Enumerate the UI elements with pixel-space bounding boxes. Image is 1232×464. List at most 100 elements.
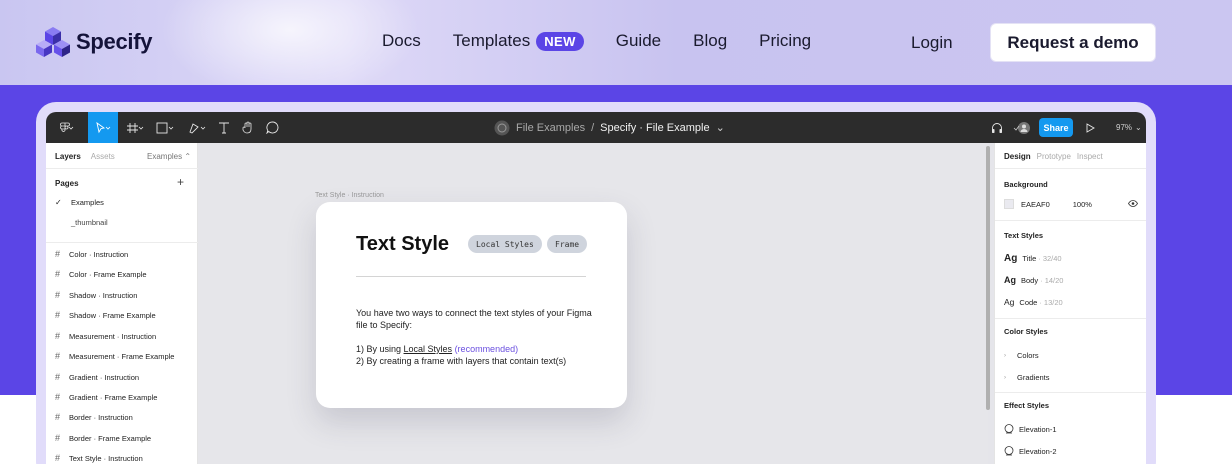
text-style-name: Title bbox=[1022, 254, 1037, 263]
figma-menu-icon[interactable] bbox=[52, 112, 82, 143]
shape-tool-icon[interactable] bbox=[152, 112, 178, 143]
ag-glyph: Ag bbox=[1004, 297, 1015, 307]
login-link[interactable]: Login bbox=[911, 33, 953, 53]
tab-prototype[interactable]: Prototype bbox=[1037, 152, 1071, 161]
figma-app: File Examples / Specify · File Example ⌄… bbox=[46, 112, 1146, 464]
headphones-icon[interactable] bbox=[988, 112, 1006, 143]
team-avatar-icon bbox=[494, 120, 510, 135]
present-play-icon[interactable] bbox=[1082, 112, 1098, 143]
layer-item[interactable]: # Color · Instruction bbox=[55, 249, 128, 259]
nav-pricing[interactable]: Pricing bbox=[759, 31, 811, 51]
background-swatch[interactable] bbox=[1004, 199, 1014, 209]
frame-hash-icon: # bbox=[55, 269, 61, 279]
canvas[interactable]: Text Style · Instruction Text Style Loca… bbox=[198, 143, 988, 464]
layer-item[interactable]: # Border · Frame Example bbox=[55, 433, 151, 443]
add-page-icon[interactable]: + bbox=[177, 175, 184, 189]
frame-hash-icon: # bbox=[55, 331, 61, 341]
drop-shadow-icon bbox=[1004, 424, 1014, 434]
layer-label: Measurement · Instruction bbox=[69, 331, 157, 341]
local-styles-link: Local Styles bbox=[403, 344, 453, 354]
caret-up-icon: ⌃ bbox=[184, 152, 192, 161]
tab-design[interactable]: Design bbox=[1004, 152, 1031, 161]
background-heading: Background bbox=[1004, 180, 1048, 189]
layer-item[interactable]: # Gradient · Instruction bbox=[55, 372, 139, 382]
text-style-body[interactable]: Ag Body · 14/20 bbox=[1004, 275, 1063, 285]
effect-style-elevation-2[interactable]: Elevation-2 bbox=[1004, 446, 1057, 456]
background-hex[interactable]: EAEAF0 bbox=[1021, 200, 1050, 209]
zoom-chevron-icon: ⌄ bbox=[1135, 123, 1142, 132]
nav-templates-label: Templates bbox=[452, 31, 531, 50]
layer-item[interactable]: # Measurement · Frame Example bbox=[55, 351, 174, 361]
zoom-level[interactable]: 97% ⌄ bbox=[1116, 112, 1142, 143]
layer-label: Gradient · Frame Example bbox=[69, 392, 158, 402]
move-tool-icon[interactable] bbox=[88, 112, 118, 143]
layer-item[interactable]: # Border · Instruction bbox=[55, 412, 133, 422]
frame-hash-icon: # bbox=[55, 290, 61, 300]
file-title[interactable]: File Examples / Specify · File Example ⌄ bbox=[494, 112, 725, 143]
divider bbox=[995, 392, 1146, 393]
logo[interactable]: Specify bbox=[36, 25, 152, 59]
text-style-title[interactable]: Ag Title · 32/40 bbox=[1004, 253, 1062, 264]
pages-heading: Pages bbox=[55, 179, 79, 188]
local-styles-chip: Local Styles bbox=[468, 235, 542, 253]
text-style-frame[interactable]: Text Style Local Styles Frame You have t… bbox=[316, 202, 627, 408]
nav-docs-label: Docs bbox=[382, 31, 421, 50]
layer-label: Shadow · Frame Example bbox=[69, 310, 156, 320]
nav-blog[interactable]: Blog bbox=[693, 31, 727, 51]
eye-icon[interactable] bbox=[1128, 199, 1138, 209]
caret-right-icon: › bbox=[1004, 352, 1006, 359]
layer-item[interactable]: # Shadow · Frame Example bbox=[55, 310, 156, 320]
text-style-code[interactable]: Ag Code · 13/20 bbox=[1004, 297, 1063, 307]
comment-tool-icon[interactable] bbox=[262, 112, 282, 143]
frame-hash-icon: # bbox=[55, 249, 61, 259]
page-item-examples[interactable]: ✓ Examples bbox=[55, 198, 104, 207]
layer-label: Color · Instruction bbox=[69, 249, 129, 259]
nav-templates[interactable]: Templates NEW bbox=[453, 31, 584, 51]
tab-layers[interactable]: Layers bbox=[55, 152, 81, 161]
right-panel-tabs: Design Prototype Inspect bbox=[1004, 152, 1103, 161]
text-style-size: · 32/40 bbox=[1038, 254, 1062, 263]
frame-chip: Frame bbox=[547, 235, 588, 253]
card-paragraph: You have two ways to connect the text st… bbox=[356, 308, 592, 330]
background-opacity[interactable]: 100% bbox=[1073, 200, 1092, 209]
frame-hash-icon: # bbox=[55, 310, 61, 320]
text-style-name: Code bbox=[1019, 297, 1038, 307]
frame-tool-icon[interactable] bbox=[122, 112, 148, 143]
caret-right-icon: › bbox=[1004, 374, 1006, 381]
background-fill-row[interactable]: EAEAF0 100% bbox=[1004, 199, 1138, 209]
layer-item[interactable]: # Gradient · Frame Example bbox=[55, 392, 157, 402]
canvas-scrollbar[interactable] bbox=[986, 146, 990, 410]
color-style-label: Colors bbox=[1017, 351, 1039, 360]
layer-item[interactable]: # Color · Frame Example bbox=[55, 269, 147, 279]
tab-assets[interactable]: Assets bbox=[91, 152, 115, 161]
hand-tool-icon[interactable] bbox=[238, 112, 258, 143]
layer-item[interactable]: # Measurement · Instruction bbox=[55, 331, 156, 341]
nav-docs[interactable]: Docs bbox=[382, 31, 421, 51]
effect-style-elevation-1[interactable]: Elevation-1 bbox=[1004, 424, 1057, 434]
pen-tool-icon[interactable] bbox=[184, 112, 210, 143]
ag-glyph: Ag bbox=[1004, 275, 1016, 285]
layer-item[interactable]: # Shadow · Instruction bbox=[55, 290, 137, 300]
divider bbox=[46, 168, 198, 169]
page-selector[interactable]: Examples ⌃ bbox=[147, 152, 191, 161]
ag-glyph: Ag bbox=[1004, 253, 1018, 264]
frame-label[interactable]: Text Style · Instruction bbox=[315, 192, 384, 199]
frame-hash-icon: # bbox=[55, 412, 61, 422]
checkmark-icon: ✓ bbox=[55, 198, 62, 207]
layer-item[interactable]: # Text Style · Instruction bbox=[55, 453, 143, 463]
share-button[interactable]: Share bbox=[1039, 118, 1073, 137]
new-badge: NEW bbox=[536, 31, 584, 51]
nav-guide[interactable]: Guide bbox=[616, 31, 661, 51]
color-style-group-colors[interactable]: › Colors bbox=[1004, 351, 1039, 360]
text-tool-icon[interactable] bbox=[214, 112, 234, 143]
chevron-down-icon: ⌄ bbox=[715, 122, 725, 134]
color-styles-heading: Color Styles bbox=[1004, 327, 1048, 336]
frame-hash-icon: # bbox=[55, 351, 61, 361]
page-item-thumbnail[interactable]: _thumbnail bbox=[71, 218, 108, 227]
tab-inspect[interactable]: Inspect bbox=[1077, 152, 1103, 161]
layer-label: Gradient · Instruction bbox=[69, 372, 140, 382]
request-demo-button[interactable]: Request a demo bbox=[990, 23, 1156, 62]
text-styles-heading: Text Styles bbox=[1004, 231, 1044, 240]
user-avatar-icon[interactable] bbox=[1010, 112, 1034, 143]
color-style-group-gradients[interactable]: › Gradients bbox=[1004, 373, 1050, 382]
